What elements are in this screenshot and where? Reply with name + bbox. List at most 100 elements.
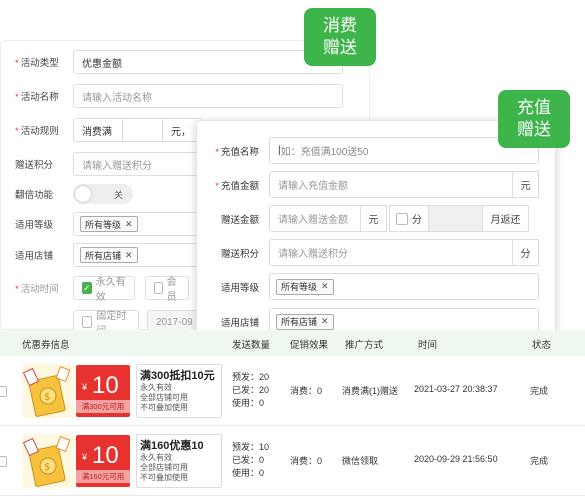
gift-bag-icon: $: [22, 436, 71, 487]
fixed-date-text: 2017-09: [156, 316, 193, 328]
coupon-thumbnail: $: [22, 364, 74, 418]
gift-amount-row: 赠送金额 请输入赠送金额 元 分 月返还: [197, 205, 529, 232]
level-tag-text: 所有等级: [281, 282, 318, 292]
monthly-return-input[interactable]: [429, 205, 483, 232]
gift-points-label: 赠送积分: [15, 160, 54, 171]
rule-prefix: 消费满: [73, 118, 123, 142]
member-option[interactable]: 会员: [145, 276, 189, 303]
effect-value: 消费：0: [290, 386, 323, 396]
store-tag: 所有店铺 ✕: [80, 247, 138, 263]
method-value: 消费满(1)赠送: [342, 386, 398, 396]
activity-type-row: * 活动类型 优惠金额: [1, 49, 343, 75]
coupon-card: ¥ 10 满300元可用: [76, 365, 130, 417]
rule-unit-text: 元，: [171, 126, 191, 138]
effect-value: 消费：0: [290, 456, 323, 466]
coupon-card: ¥ 10 满160元可用: [76, 435, 130, 487]
required-mark: *: [215, 146, 219, 158]
rule-prefix-text: 消费满: [82, 126, 112, 138]
header-status: 状态: [532, 340, 552, 351]
coupon-stacking: 不可叠加使用: [140, 403, 188, 412]
activity-type-select[interactable]: 优惠金额: [73, 50, 343, 74]
recharge-amount-input[interactable]: 请输入充值金额: [269, 171, 513, 198]
time-value: 2021-03-27 20:38:37: [414, 384, 498, 394]
row-checkbox[interactable]: [0, 386, 7, 397]
status-value: 完成: [530, 456, 549, 466]
checkbox-checked[interactable]: ✓: [82, 282, 92, 294]
checkbox[interactable]: [82, 316, 93, 328]
activity-name-input[interactable]: 请输入活动名称: [73, 84, 343, 108]
table-row[interactable]: $ ¥ 10 满160元可用 满160优惠10 永久有效 全部店铺可用 不可叠加…: [0, 426, 585, 496]
recharge-points-unit: 分: [513, 239, 539, 266]
unit-text: 元: [368, 215, 379, 226]
double-toggle[interactable]: 关: [73, 184, 133, 204]
checkbox[interactable]: [396, 212, 408, 225]
recharge-points-input[interactable]: 请输入赠送积分: [269, 239, 513, 266]
coupon-name: 满300抵扣10元: [140, 370, 215, 382]
issued-count: 已发：20: [232, 385, 270, 395]
monthly-return-unit: 月返还: [483, 205, 529, 232]
recharge-gift-badge: 充值 赠送: [498, 90, 570, 148]
coupon-stores: 全部店铺可用: [140, 463, 188, 472]
close-icon[interactable]: ✕: [321, 281, 329, 292]
coupon-amount: 10: [92, 442, 119, 469]
recharge-name-placeholder: 如：充值满100送50: [280, 147, 369, 158]
coupon-threshold: 满300元可用: [76, 400, 130, 413]
checkbox[interactable]: [154, 282, 163, 294]
gift-amount-input[interactable]: 请输入赠送金额: [269, 205, 361, 232]
coupon-validity: 永久有效: [140, 453, 172, 462]
store-tag-text: 所有店铺: [281, 317, 318, 327]
recharge-level-select[interactable]: 所有等级 ✕: [269, 273, 539, 300]
rule-amount-input[interactable]: [123, 118, 163, 142]
required-mark: *: [215, 180, 219, 192]
level-label: 适用等级: [15, 220, 54, 231]
gift-amount-label: 赠送金额: [220, 214, 259, 226]
table-header: 优惠券信息 发送数量 促销效果 推广方式 时间 状态: [0, 330, 585, 356]
recharge-points-label: 赠送积分: [220, 248, 259, 260]
monthly-text: 月返还: [490, 215, 521, 226]
required-mark: *: [15, 126, 19, 137]
table-row[interactable]: $ ¥ 10 满300元可用 满300抵扣10元 永久有效 全部店铺可用 不可叠…: [0, 356, 585, 426]
recharge-name-row: * 充值名称 | 如：充值满100送50: [197, 137, 539, 164]
gift-amount-placeholder: 请输入赠送金额: [278, 215, 348, 226]
yen-symbol: ¥: [82, 452, 88, 462]
row-checkbox[interactable]: [0, 456, 7, 467]
toggle-state: 关: [113, 189, 123, 200]
close-icon[interactable]: ✕: [321, 316, 329, 327]
coupon-stores: 全部店铺可用: [140, 393, 188, 402]
permanent-text: 永久有效: [95, 277, 126, 303]
gift-fen-option[interactable]: 分: [389, 205, 429, 232]
store-label: 适用店铺: [15, 251, 54, 262]
coupon-name: 满160优惠10: [140, 440, 204, 452]
activity-name-label: 活动名称: [20, 92, 59, 103]
coupon-info: 满300抵扣10元 永久有效 全部店铺可用 不可叠加使用: [136, 364, 222, 418]
coupon-info: 满160优惠10 永久有效 全部店铺可用 不可叠加使用: [136, 434, 222, 488]
activity-name-row: * 活动名称 请输入活动名称: [1, 83, 343, 109]
svg-text:$: $: [44, 392, 50, 403]
used-count: 使用：0: [232, 398, 265, 408]
close-icon[interactable]: ✕: [125, 219, 133, 230]
activity-rule-row: * 活动规则 消费满 元，: [1, 117, 203, 143]
consume-gift-badge: 消费 赠送: [304, 8, 376, 66]
pre-issue-count: 预发：20: [232, 372, 270, 382]
toggle-knob: [75, 186, 91, 202]
issued-count: 已发：0: [232, 455, 265, 465]
close-icon[interactable]: ✕: [125, 250, 133, 261]
recharge-amount-label: 充值金额: [220, 180, 259, 192]
coupon-stacking: 不可叠加使用: [140, 473, 188, 482]
level-tag-text: 所有等级: [85, 219, 122, 230]
svg-text:$: $: [44, 462, 50, 473]
activity-type-label: 活动类型: [20, 58, 59, 69]
recharge-amount-row: * 充值金额 请输入充值金额 元: [197, 171, 539, 198]
store-tag-text: 所有店铺: [85, 250, 122, 261]
header-coupon: 优惠券信息: [22, 340, 70, 351]
recharge-amount-unit: 元: [513, 171, 539, 198]
header-time: 时间: [418, 340, 438, 351]
used-count: 使用：0: [232, 468, 265, 478]
coupon-amount: 10: [92, 372, 119, 399]
level-tag: 所有等级 ✕: [276, 278, 334, 295]
permanent-option[interactable]: ✓ 永久有效: [73, 276, 135, 303]
gift-bag-icon: $: [22, 366, 71, 417]
fen-text: 分: [412, 215, 422, 226]
recharge-name-label: 充值名称: [220, 146, 259, 158]
header-sent: 发送数量: [232, 340, 271, 351]
